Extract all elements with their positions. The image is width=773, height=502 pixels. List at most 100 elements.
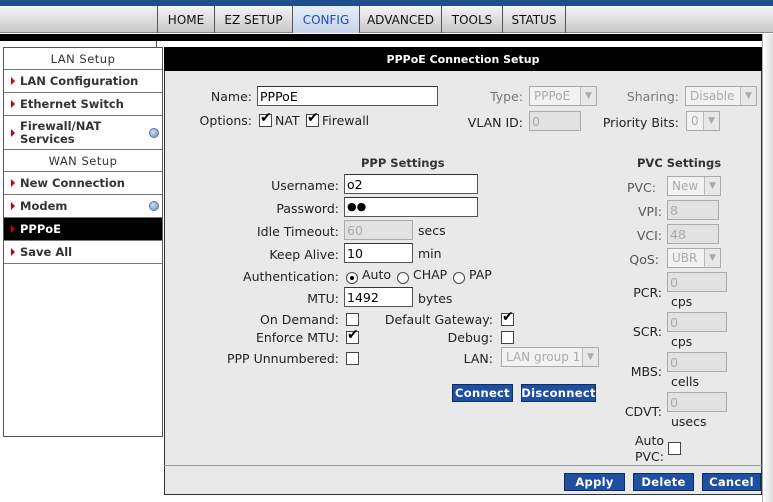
name-input[interactable] (257, 86, 438, 106)
sharing-select[interactable]: Disable ▼ (685, 86, 757, 106)
qos-label: QoS: (629, 252, 659, 267)
arrow-right-icon (11, 77, 15, 85)
connect-button[interactable]: Connect (452, 384, 513, 402)
keep-alive-unit: min (418, 246, 442, 261)
sharing-value: Disable (690, 89, 735, 103)
sidebar-item-label: Save All (20, 245, 73, 259)
vpi-input[interactable] (667, 200, 719, 220)
tab-tools[interactable]: TOOLS (441, 6, 502, 33)
scr-input[interactable] (667, 312, 727, 332)
disconnect-button[interactable]: Disconnect (521, 384, 596, 402)
idle-timeout-input[interactable] (344, 220, 413, 240)
sidebar-item-ethernet-switch[interactable]: Ethernet Switch (4, 93, 162, 116)
chevron-down-icon: ▼ (582, 348, 598, 366)
arrow-right-icon (11, 100, 15, 108)
sidebar-item-firewall-nat[interactable]: Firewall/NAT Services (4, 116, 162, 150)
sidebar-item-label: Firewall/NAT Services (20, 118, 102, 146)
chevron-down-icon: ▼ (580, 87, 596, 105)
mtu-label: MTU: (307, 291, 339, 306)
expand-bullet-icon[interactable] (149, 127, 159, 138)
pvc-value: New (672, 179, 699, 193)
mtu-input[interactable] (344, 287, 413, 307)
qos-select[interactable]: UBR ▼ (667, 248, 721, 268)
priority-bits-select[interactable]: 0 ▼ (686, 111, 720, 131)
scr-label: SCR: (632, 324, 662, 339)
username-input[interactable] (344, 174, 478, 194)
tab-status[interactable]: STATUS (502, 6, 566, 33)
sidebar-header-lan: LAN Setup (4, 48, 162, 70)
sidebar-item-save-all[interactable]: Save All (4, 241, 162, 264)
keep-alive-label: Keep Alive: (269, 247, 339, 262)
sidebar-item-label: Modem (20, 199, 68, 213)
chevron-down-icon: ▼ (703, 112, 719, 130)
auto-pvc-label-line2: PVC: (634, 449, 664, 464)
chevron-down-icon: ▼ (704, 249, 720, 267)
pcr-input[interactable] (667, 272, 727, 292)
auth-pap-radio[interactable] (453, 272, 465, 284)
sidebar-item-modem[interactable]: Modem (4, 195, 162, 218)
firewall-checkbox[interactable] (306, 110, 319, 127)
pcr-unit: cps (671, 294, 693, 309)
type-label: Type: (490, 89, 523, 104)
sharing-label: Sharing: (626, 89, 679, 104)
chevron-down-icon: ▼ (740, 87, 756, 105)
mtu-unit: bytes (418, 291, 453, 306)
ppp-unnumbered-label: PPP Unnumbered: (226, 351, 339, 366)
vlan-id-input[interactable] (529, 111, 581, 131)
sidebar-item-new-connection[interactable]: New Connection (4, 172, 162, 195)
arrow-right-icon (11, 202, 15, 210)
vci-label: VCI: (636, 228, 662, 243)
ppp-unnumbered-checkbox[interactable] (346, 352, 359, 365)
pvc-label: PVC: (626, 180, 656, 195)
tab-home[interactable]: HOME (157, 6, 214, 33)
vci-input[interactable] (667, 224, 719, 244)
expand-bullet-icon[interactable] (149, 201, 159, 211)
sidebar-item-pppoe[interactable]: PPPoE (4, 218, 162, 241)
tab-advanced[interactable]: ADVANCED (359, 6, 441, 33)
tab-ez-setup[interactable]: EZ SETUP (214, 6, 292, 33)
sidebar-header-wan: WAN Setup (4, 150, 162, 172)
name-label: Name: (210, 89, 252, 104)
keep-alive-input[interactable] (344, 243, 413, 263)
auto-pvc-checkbox[interactable] (668, 442, 681, 455)
auth-chap-label: CHAP (413, 267, 448, 282)
default-gateway-checkbox[interactable] (501, 309, 514, 326)
auto-pvc-label-line1: Auto (634, 433, 664, 448)
debug-checkbox[interactable] (501, 331, 514, 344)
sidebar: LAN Setup LAN Configuration Ethernet Swi… (3, 47, 163, 437)
type-select[interactable]: PPPoE ▼ (529, 86, 597, 106)
arrow-right-icon (11, 179, 15, 187)
on-demand-checkbox[interactable] (346, 313, 359, 326)
nat-checkbox[interactable] (259, 110, 272, 127)
vpi-label: VPI: (638, 204, 662, 219)
panel-title: PPPoE Connection Setup (164, 47, 762, 71)
tab-config[interactable]: CONFIG (292, 6, 359, 33)
auth-chap-radio[interactable] (397, 272, 409, 284)
mbs-input[interactable] (667, 352, 727, 372)
pvc-select[interactable]: New ▼ (667, 176, 721, 196)
vlan-id-label: VLAN ID: (467, 115, 523, 130)
auth-auto-label: Auto (362, 267, 392, 282)
apply-button[interactable]: Apply (564, 473, 625, 491)
debug-label: Debug: (447, 330, 493, 345)
password-label: Password: (276, 201, 339, 216)
nat-label: NAT (275, 113, 300, 128)
auth-auto-radio[interactable] (346, 272, 358, 284)
default-gateway-label: Default Gateway: (384, 312, 493, 327)
priority-bits-value: 0 (691, 114, 699, 128)
arrow-right-icon (11, 248, 15, 256)
enforce-mtu-checkbox[interactable] (346, 327, 359, 344)
authentication-label: Authentication: (243, 269, 339, 284)
sidebar-item-lan-configuration[interactable]: LAN Configuration (4, 70, 162, 93)
chevron-down-icon: ▼ (704, 177, 720, 195)
password-input[interactable]: ●● (344, 197, 478, 217)
cancel-button[interactable]: Cancel (702, 473, 761, 491)
delete-button[interactable]: Delete (633, 473, 694, 491)
lan-group-value: LAN group 1 (506, 350, 581, 364)
idle-timeout-label: Idle Timeout: (256, 224, 339, 239)
lan-group-select[interactable]: LAN group 1 ▼ (501, 347, 599, 367)
idle-timeout-unit: secs (418, 223, 446, 238)
arrow-right-icon (11, 225, 15, 233)
cdvt-input[interactable] (667, 392, 727, 412)
scr-unit: cps (671, 334, 693, 349)
